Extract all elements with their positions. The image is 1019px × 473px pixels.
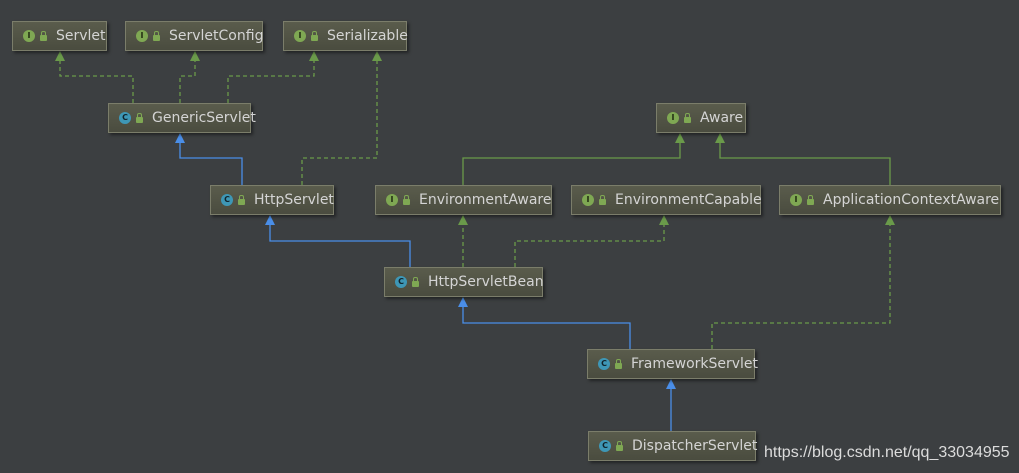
node-label: GenericServlet bbox=[152, 110, 256, 126]
interface-icon: I bbox=[294, 30, 306, 42]
interface-icon: I bbox=[136, 30, 148, 42]
edge-http-servlet-bean-to-http-servlet bbox=[265, 215, 411, 267]
interface-icon: I bbox=[667, 112, 679, 124]
edge-environment-aware-to-aware bbox=[462, 133, 685, 185]
public-lock-icon bbox=[807, 195, 814, 205]
node-environment-aware[interactable]: I EnvironmentAware bbox=[375, 185, 552, 215]
edge-http-servlet-bean-to-environment-capable bbox=[514, 215, 669, 267]
node-servlet[interactable]: I Servlet bbox=[12, 21, 107, 51]
public-lock-icon bbox=[311, 31, 318, 41]
watermark-url: https://blog.csdn.net/qq_33034955 bbox=[764, 444, 1010, 461]
node-generic-servlet[interactable]: C GenericServlet bbox=[108, 103, 256, 133]
node-dispatcher-servlet[interactable]: C DispatcherServlet bbox=[588, 431, 758, 461]
edge-http-servlet-to-serializable bbox=[301, 51, 382, 185]
node-label: Serializable bbox=[327, 28, 408, 44]
class-icon: C bbox=[395, 276, 407, 288]
node-aware[interactable]: I Aware bbox=[656, 103, 746, 133]
uml-class-diagram: I Servlet I ServletConfig I Serializable C Gene… bbox=[0, 0, 1019, 473]
class-icon: C bbox=[119, 112, 131, 124]
node-label: HttpServlet bbox=[254, 192, 334, 208]
public-lock-icon bbox=[238, 195, 245, 205]
node-serializable[interactable]: I Serializable bbox=[283, 21, 408, 51]
edge-application-context-aware-to-aware bbox=[715, 133, 891, 185]
edge-generic-servlet-to-serializable bbox=[227, 51, 319, 103]
public-lock-icon bbox=[136, 113, 143, 123]
node-label: HttpServletBean bbox=[428, 274, 544, 290]
public-lock-icon bbox=[40, 31, 47, 41]
public-lock-icon bbox=[599, 195, 606, 205]
node-label: FrameworkServlet bbox=[631, 356, 759, 372]
node-servlet-config[interactable]: I ServletConfig bbox=[125, 21, 263, 51]
edge-framework-servlet-to-application-context-aware bbox=[711, 215, 895, 349]
node-label: EnvironmentAware bbox=[419, 192, 552, 208]
interface-icon: I bbox=[582, 194, 594, 206]
node-label: EnvironmentCapable bbox=[615, 192, 762, 208]
public-lock-icon bbox=[153, 31, 160, 41]
node-label: Servlet bbox=[56, 28, 106, 44]
node-http-servlet[interactable]: C HttpServlet bbox=[210, 185, 334, 215]
edge-http-servlet-to-generic-servlet bbox=[175, 133, 243, 185]
edge-generic-servlet-to-servlet-config bbox=[179, 51, 200, 103]
public-lock-icon bbox=[684, 113, 691, 123]
class-icon: C bbox=[221, 194, 233, 206]
class-icon: C bbox=[599, 440, 611, 452]
class-icon: C bbox=[598, 358, 610, 370]
public-lock-icon bbox=[412, 277, 419, 287]
node-framework-servlet[interactable]: C FrameworkServlet bbox=[587, 349, 759, 379]
node-http-servlet-bean[interactable]: C HttpServletBean bbox=[384, 267, 544, 297]
public-lock-icon bbox=[616, 441, 623, 451]
public-lock-icon bbox=[403, 195, 410, 205]
edge-framework-servlet-to-http-servlet-bean bbox=[458, 297, 631, 349]
node-label: ApplicationContextAware bbox=[823, 192, 1000, 208]
node-label: ServletConfig bbox=[169, 28, 264, 44]
edges-layer bbox=[55, 51, 895, 431]
node-application-context-aware[interactable]: I ApplicationContextAware bbox=[779, 185, 1001, 215]
edge-generic-servlet-to-servlet bbox=[55, 51, 134, 103]
interface-icon: I bbox=[386, 194, 398, 206]
interface-icon: I bbox=[790, 194, 802, 206]
node-label: Aware bbox=[700, 110, 744, 126]
interface-icon: I bbox=[23, 30, 35, 42]
public-lock-icon bbox=[615, 359, 622, 369]
node-label: DispatcherServlet bbox=[632, 438, 758, 454]
node-environment-capable[interactable]: I EnvironmentCapable bbox=[571, 185, 762, 215]
